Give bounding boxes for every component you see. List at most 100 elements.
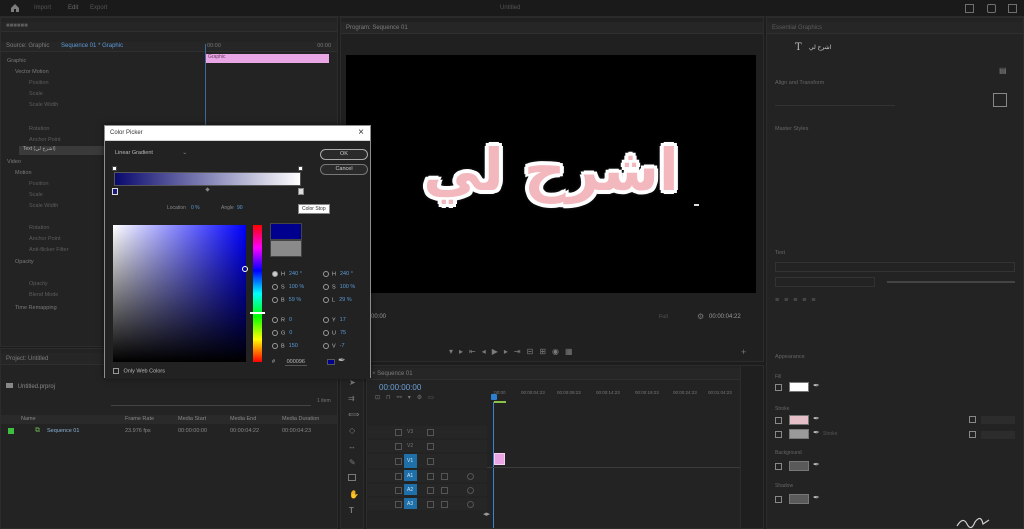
shadow-color-swatch[interactable]	[789, 494, 809, 504]
justify-last-icon[interactable]: ≡	[811, 297, 820, 304]
voice-record-icon[interactable]	[467, 473, 474, 480]
stroke-eyedropper-icon-2[interactable]: ✒	[813, 428, 820, 437]
voice-record-icon[interactable]	[467, 487, 474, 494]
mute-toggle-icon[interactable]	[427, 473, 434, 480]
solo-toggle-icon[interactable]	[441, 487, 448, 494]
stroke-width-input-2[interactable]	[981, 431, 1015, 439]
hsl-s-value[interactable]: 100 %	[340, 284, 356, 290]
step-back-icon[interactable]: ◂	[482, 347, 492, 356]
fill-type-select[interactable]: Linear Gradient ⌄	[115, 150, 187, 159]
location-value[interactable]: 0 %	[191, 205, 200, 211]
mute-toggle-icon[interactable]	[427, 501, 434, 508]
timeline-timecode[interactable]: 00:00:00:00	[379, 383, 421, 392]
yuv-v-value[interactable]: -7	[340, 343, 345, 349]
yuv-y-value[interactable]: 17	[340, 317, 346, 323]
hsl-h-radio[interactable]: H 240 °	[323, 271, 353, 277]
gradient-color-stop-right[interactable]	[298, 188, 304, 195]
hsl-l-value[interactable]: 29 %	[339, 297, 352, 303]
mute-toggle-icon[interactable]	[427, 487, 434, 494]
prop-blend-mode[interactable]: Blend Mode	[29, 292, 58, 298]
section-text[interactable]: Text	[775, 250, 785, 256]
transform-anchor-icon[interactable]	[993, 93, 1007, 107]
pen-icon[interactable]: ✎	[349, 458, 356, 467]
slip-icon[interactable]: ↔	[348, 442, 356, 451]
marker-icon[interactable]: ▾	[408, 395, 417, 401]
rgb-b-value[interactable]: 150	[289, 343, 298, 349]
hsb-h-radio[interactable]: H 240 °	[272, 271, 302, 277]
prop-rotation-2[interactable]: Rotation	[29, 225, 50, 231]
workspaces-icon[interactable]	[965, 4, 974, 13]
prop-opacity[interactable]: Opacity	[29, 281, 48, 287]
hex-input[interactable]: 000096	[284, 359, 307, 366]
yuv-u-value[interactable]: 75	[340, 330, 346, 336]
quick-export-icon[interactable]	[987, 4, 996, 13]
voice-record-icon[interactable]	[467, 501, 474, 508]
home-icon[interactable]	[10, 3, 20, 13]
hand-icon[interactable]: ✋	[349, 490, 359, 499]
tab-sequence[interactable]: Sequence 01 * Graphic	[61, 43, 123, 49]
fill-checkbox[interactable]	[775, 384, 782, 391]
play-icon[interactable]: ▶	[492, 347, 504, 356]
captions-icon[interactable]: ▭	[428, 395, 440, 401]
cancel-button[interactable]: Cancel	[320, 164, 368, 175]
essential-graphics-tab-label[interactable]: Essential Graphics	[772, 25, 822, 31]
fill-color-swatch[interactable]	[789, 382, 809, 392]
timeline-ruler[interactable]: :00:00 00:00:04:23 00:00:09:23 00:00:14:…	[493, 388, 763, 400]
prop-scale-width-2[interactable]: Scale Width	[29, 203, 58, 209]
font-select[interactable]	[775, 262, 1015, 272]
ok-button[interactable]: OK	[320, 149, 368, 160]
stroke-width-input[interactable]	[981, 416, 1015, 424]
color-picker-titlebar[interactable]: Color Picker ×	[105, 126, 370, 141]
gradient-midpoint[interactable]	[205, 187, 210, 192]
background-color-swatch[interactable]	[789, 461, 809, 471]
settings-icon[interactable]: ⚙	[417, 395, 428, 401]
snap-icon[interactable]: ⊓	[386, 395, 397, 401]
timeline-tab-label[interactable]: Sequence 01	[377, 371, 412, 377]
rgb-g-radio[interactable]: G0	[272, 330, 292, 336]
current-color-preview[interactable]	[270, 240, 302, 257]
stroke-color-swatch[interactable]	[789, 415, 809, 425]
gradient-ramp[interactable]	[114, 172, 301, 186]
col-media-duration[interactable]: Media Duration	[282, 416, 319, 422]
justify-icon[interactable]: ≡	[802, 297, 811, 304]
hsl-l-radio[interactable]: L 29 %	[323, 297, 352, 303]
fullscreen-icon[interactable]	[1008, 4, 1017, 13]
only-web-colors-row[interactable]: Only Web Colors	[113, 368, 165, 374]
prop-opacity-section[interactable]: Opacity	[15, 259, 34, 265]
prop-scale-width[interactable]: Scale Width	[29, 102, 58, 108]
font-size-slider[interactable]	[887, 281, 1015, 283]
hue-slider-handle[interactable]	[250, 312, 265, 314]
angle-value[interactable]: 90	[237, 205, 243, 211]
prop-position-2[interactable]: Position	[29, 181, 49, 187]
linked-icon[interactable]: ⚯	[397, 395, 408, 401]
prop-rotation[interactable]: Rotation	[29, 126, 50, 132]
gradient-stop-top-right[interactable]	[298, 166, 303, 171]
nav-edit[interactable]: Edit	[68, 5, 78, 11]
export-frame-icon[interactable]: ◉	[552, 347, 565, 356]
yuv-y-radio[interactable]: Y 17	[323, 317, 346, 323]
project-search-input[interactable]	[111, 397, 311, 406]
hue-slider[interactable]	[253, 225, 262, 362]
shadow-checkbox[interactable]	[775, 496, 782, 503]
graphic-clip-bar[interactable]: Graphic	[206, 54, 329, 63]
tab-source[interactable]: Source: Graphic	[6, 43, 49, 49]
layer-name[interactable]: اشرح لي	[809, 44, 831, 51]
hsl-h-value[interactable]: 240 °	[340, 271, 353, 277]
wrench-icon[interactable]: ⚙	[697, 312, 704, 321]
rgb-r-radio[interactable]: R0	[272, 317, 292, 323]
new-layer-icon[interactable]: ▤	[999, 66, 1007, 75]
col-name[interactable]: Name	[21, 416, 36, 422]
selection-tool-icon[interactable]: ➤	[349, 378, 356, 387]
type-tool-icon[interactable]: T	[349, 506, 354, 515]
nav-import[interactable]: Import	[34, 5, 51, 11]
program-timecode-left[interactable]: 00:00	[371, 314, 386, 320]
prop-scale-2[interactable]: Scale	[29, 192, 43, 198]
align-left-icon[interactable]: ≡	[775, 297, 784, 304]
prop-time-remapping[interactable]: Time Remapping	[15, 305, 57, 311]
solo-toggle-icon[interactable]	[441, 501, 448, 508]
col-media-start[interactable]: Media Start	[178, 416, 206, 422]
hsb-b-radio[interactable]: B 59 %	[272, 297, 301, 303]
prop-anchor-point[interactable]: Anchor Point	[29, 137, 61, 143]
gradient-stop-top-left[interactable]	[112, 166, 117, 171]
hsl-s-radio[interactable]: S 100 %	[323, 284, 355, 290]
